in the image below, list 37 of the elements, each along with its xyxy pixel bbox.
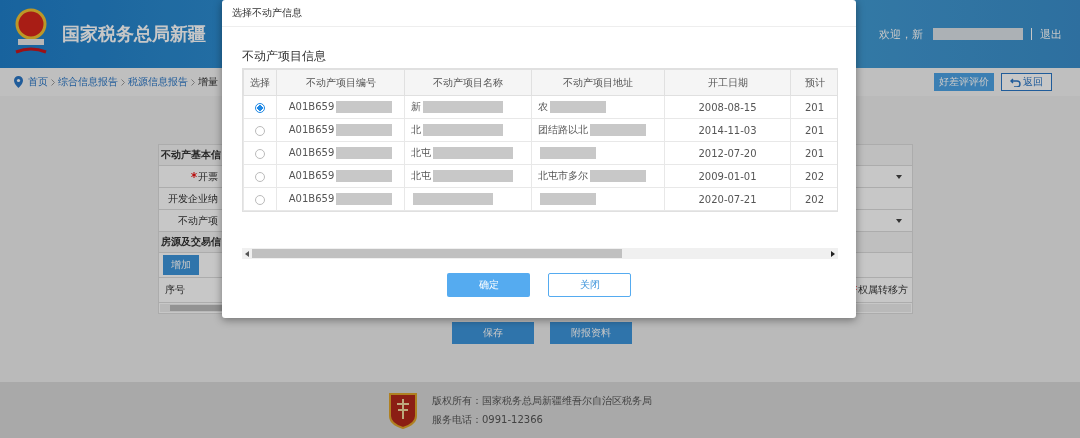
table-cell: 北屯 (411, 170, 431, 181)
table-cell: 202 (805, 170, 825, 182)
column-header: 序号 (165, 283, 185, 297)
site-title: 国家税务总局新疆 (62, 22, 206, 46)
column-header: 选择 (243, 69, 277, 96)
table-cell: 2014-11-03 (698, 124, 757, 136)
table-cell: 北屯市多尔 (538, 170, 588, 181)
copyright-text: 版权所有：国家税务总局新疆维吾尔自治区税务局 (432, 393, 653, 408)
table-cell: 2020-07-21 (698, 193, 757, 205)
table-cell: 团结路以北 (538, 124, 588, 135)
column-header: 不动产项目名称 (404, 69, 532, 96)
table-cell: 201 (805, 147, 825, 159)
column-header: 不动产项目地址 (531, 69, 665, 96)
table-cell: 北屯 (411, 147, 431, 158)
table-cell: 北 (411, 124, 421, 135)
table-cell: 2009-01-01 (698, 170, 757, 182)
column-header: 不动产项目编号 (276, 69, 405, 96)
table-cell: A01B659 (288, 124, 335, 135)
section-title: 房源及交易信 (161, 235, 221, 249)
phone-text: 服务电话：0991-12366 (432, 412, 544, 427)
section-title: 不动产基本信 (161, 148, 221, 162)
section-title: 不动产项目信息 (242, 49, 327, 64)
table-cell: 新 (411, 101, 421, 112)
table-cell: 2012-07-20 (698, 147, 757, 159)
table-cell: A01B659 (288, 193, 335, 204)
table-cell: 2008-08-15 (698, 101, 757, 113)
table-cell: 201 (805, 101, 825, 113)
column-header: 开工日期 (664, 69, 791, 96)
welcome-text: 欢迎，新 (879, 26, 923, 42)
table-cell: 农 (538, 101, 548, 112)
dialog-title: 选择不动产信息 (232, 6, 302, 20)
table-cell: 202 (805, 193, 825, 205)
table-cell: A01B659 (288, 170, 335, 181)
table-cell: 201 (805, 124, 825, 136)
table-cell: A01B659 (288, 101, 335, 112)
column-header: 预计 (790, 69, 837, 96)
table-cell: A01B659 (288, 147, 335, 158)
